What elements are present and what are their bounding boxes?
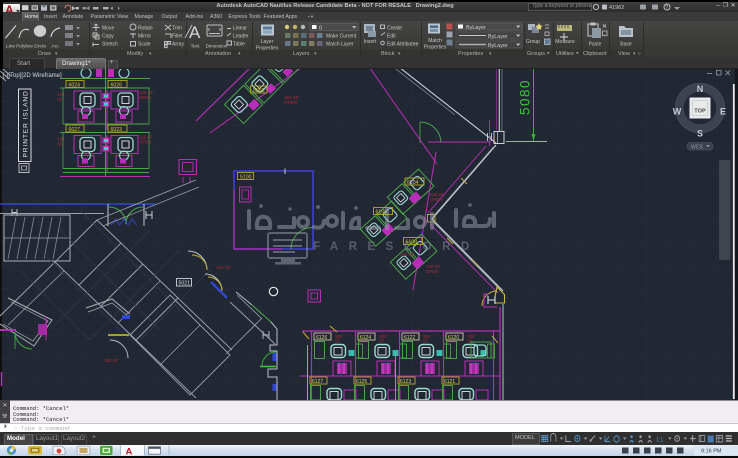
svg-text:Mirror: Mirror: [138, 33, 151, 39]
svg-text:Paste: Paste: [589, 41, 602, 47]
svg-text:Table: Table: [233, 41, 245, 47]
svg-text:5080: 5080: [518, 79, 533, 115]
svg-text:SF: SF: [379, 339, 385, 344]
svg-text:SF: SF: [57, 97, 63, 102]
svg-text:Layer: Layer: [261, 39, 274, 45]
svg-text:6121: 6121: [444, 379, 455, 385]
svg-text:9:16 PM: 9:16 PM: [701, 449, 722, 455]
svg-text:ByLayer: ByLayer: [488, 42, 508, 48]
svg-text:WCS: WCS: [691, 144, 703, 150]
svg-text:Circle: Circle: [34, 43, 47, 49]
svg-text:6123: 6123: [400, 379, 411, 385]
svg-text:Match: Match: [428, 38, 442, 44]
svg-text:Dimension: Dimension: [206, 43, 228, 48]
svg-text:Base: Base: [620, 41, 632, 47]
svg-text:Text: Text: [191, 43, 200, 49]
svg-text:ByLayer: ByLayer: [488, 33, 508, 39]
svg-text:150 SF: 150 SF: [104, 358, 118, 363]
svg-text:OPEN: OPEN: [284, 100, 297, 105]
svg-text:Properties: Properties: [256, 45, 279, 51]
svg-text:▾: ▾: [416, 41, 419, 47]
svg-text:SF: SF: [467, 339, 473, 344]
svg-text:SF: SF: [335, 339, 341, 344]
svg-text:FARESCORD: FARESCORD: [313, 241, 480, 253]
svg-text:TOP: TOP: [694, 109, 706, 115]
svg-text:W: W: [673, 107, 682, 117]
svg-text:Rotate: Rotate: [138, 25, 153, 31]
svg-text:Array: Array: [172, 41, 184, 47]
svg-text:6122: 6122: [404, 335, 415, 341]
svg-text:S: S: [697, 129, 703, 139]
svg-text:Stretch: Stretch: [102, 41, 118, 47]
svg-text:150 SF: 150 SF: [216, 265, 231, 270]
svg-text:0: 0: [319, 25, 322, 31]
svg-text:Match Layer: Match Layer: [326, 41, 354, 47]
svg-text:OPEN: OPEN: [430, 197, 442, 202]
svg-text:6023: 6023: [111, 127, 123, 133]
svg-text:A: A: [126, 446, 133, 455]
svg-text:A: A: [189, 23, 201, 42]
svg-text:6125: 6125: [356, 379, 367, 385]
svg-text:E: E: [720, 107, 726, 117]
svg-text:SF: SF: [57, 142, 63, 147]
svg-text:Edit: Edit: [387, 33, 396, 39]
svg-text:Polyline: Polyline: [16, 43, 33, 49]
svg-text:6026: 6026: [111, 82, 123, 88]
svg-text:N: N: [697, 84, 704, 94]
svg-text:Create: Create: [387, 25, 402, 31]
svg-text:PRINTER ISLAND: PRINTER ISLAND: [23, 90, 30, 157]
svg-text:Leader: Leader: [233, 33, 249, 39]
svg-text:ByLayer: ByLayer: [466, 24, 486, 30]
svg-text:Group: Group: [526, 39, 540, 45]
svg-text:6120: 6120: [448, 335, 459, 341]
svg-text:6027: 6027: [69, 127, 81, 133]
svg-text:Measure: Measure: [555, 39, 575, 45]
svg-text:1:1: 1:1: [656, 437, 663, 443]
svg-text:Move: Move: [102, 25, 114, 31]
svg-text:Scale: Scale: [138, 41, 151, 47]
svg-text:?: ?: [665, 5, 668, 11]
svg-text:41962: 41962: [609, 5, 624, 11]
svg-text:6104: 6104: [407, 180, 419, 186]
svg-text:5100: 5100: [240, 174, 252, 180]
svg-text:Edit Attributes: Edit Attributes: [387, 41, 418, 47]
svg-text:6024: 6024: [69, 82, 81, 88]
svg-text:OPEN: OPEN: [426, 269, 438, 274]
svg-text:Properties: Properties: [424, 44, 447, 50]
svg-text:Line: Line: [6, 43, 15, 49]
svg-text:SF: SF: [423, 339, 429, 344]
svg-text:Arc: Arc: [51, 43, 59, 49]
svg-text:Insert: Insert: [364, 39, 377, 45]
svg-text:6126: 6126: [316, 335, 327, 341]
svg-text:5021: 5021: [179, 281, 191, 287]
svg-text:OPEN: OPEN: [139, 95, 151, 100]
svg-text:6127: 6127: [312, 379, 323, 385]
svg-text:[-][Top][2D Wireframe]: [-][Top][2D Wireframe]: [3, 73, 62, 79]
svg-text:Make Current: Make Current: [326, 33, 357, 39]
svg-text:6124: 6124: [360, 335, 371, 341]
svg-text:Copy: Copy: [102, 33, 114, 39]
svg-text:5060: 5060: [253, 88, 265, 94]
svg-text:OPEN: OPEN: [139, 140, 151, 145]
svg-text:Linear: Linear: [233, 25, 247, 31]
svg-text:Trim: Trim: [172, 25, 182, 31]
svg-text:Fillet: Fillet: [172, 33, 183, 39]
